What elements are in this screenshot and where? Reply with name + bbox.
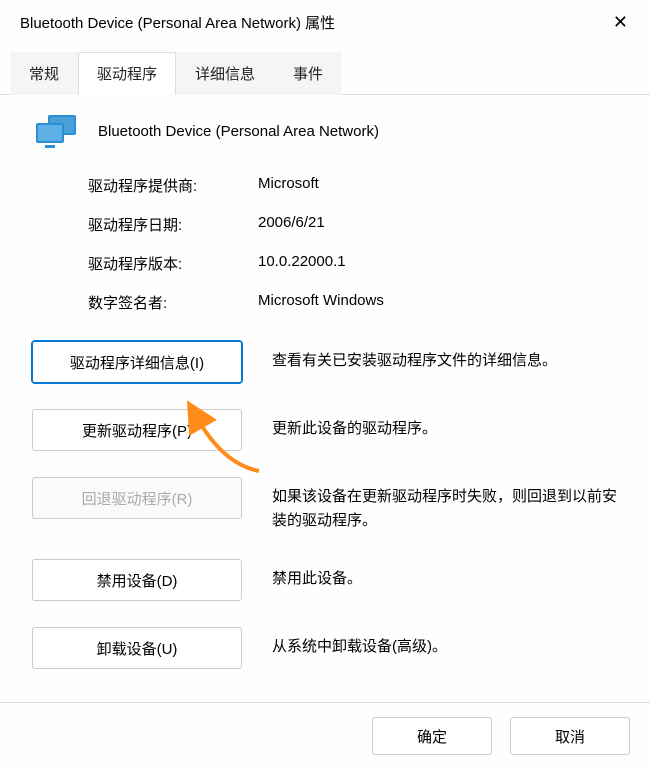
- date-value: 2006/6/21: [258, 214, 325, 235]
- date-label: 驱动程序日期:: [88, 214, 258, 235]
- driver-details-desc: 查看有关已安装驱动程序文件的详细信息。: [272, 341, 622, 373]
- update-driver-button[interactable]: 更新驱动程序(P): [32, 409, 242, 451]
- provider-label: 驱动程序提供商:: [88, 175, 258, 196]
- tab-general[interactable]: 常规: [10, 52, 78, 95]
- disable-device-button[interactable]: 禁用设备(D): [32, 559, 242, 601]
- rollback-driver-desc: 如果该设备在更新驱动程序时失败，则回退到以前安装的驱动程序。: [272, 477, 622, 533]
- action-row-disable: 禁用设备(D) 禁用此设备。: [32, 559, 622, 601]
- info-row-signer: 数字签名者: Microsoft Windows: [88, 292, 622, 313]
- provider-value: Microsoft: [258, 175, 319, 196]
- properties-dialog: Bluetooth Device (Personal Area Network)…: [0, 0, 650, 769]
- tab-driver[interactable]: 驱动程序: [78, 52, 176, 95]
- window-title: Bluetooth Device (Personal Area Network)…: [20, 12, 335, 33]
- action-row-details: 驱动程序详细信息(I) 查看有关已安装驱动程序文件的详细信息。: [32, 341, 622, 383]
- driver-actions: 驱动程序详细信息(I) 查看有关已安装驱动程序文件的详细信息。 更新驱动程序(P…: [28, 341, 622, 669]
- tab-events[interactable]: 事件: [274, 52, 342, 95]
- ok-button[interactable]: 确定: [372, 717, 492, 755]
- driver-details-button[interactable]: 驱动程序详细信息(I): [32, 341, 242, 383]
- version-value: 10.0.22000.1: [258, 253, 346, 274]
- device-header: Bluetooth Device (Personal Area Network): [28, 115, 622, 147]
- device-name: Bluetooth Device (Personal Area Network): [98, 123, 379, 140]
- version-label: 驱动程序版本:: [88, 253, 258, 274]
- rollback-driver-button: 回退驱动程序(R): [32, 477, 242, 519]
- tab-strip: 常规 驱动程序 详细信息 事件: [0, 51, 650, 95]
- network-device-icon: [36, 115, 80, 147]
- signer-value: Microsoft Windows: [258, 292, 384, 313]
- dialog-footer: 确定 取消: [0, 702, 650, 769]
- cancel-button[interactable]: 取消: [510, 717, 630, 755]
- action-row-update: 更新驱动程序(P) 更新此设备的驱动程序。: [32, 409, 622, 451]
- uninstall-device-button[interactable]: 卸载设备(U): [32, 627, 242, 669]
- info-row-provider: 驱动程序提供商: Microsoft: [88, 175, 622, 196]
- info-row-version: 驱动程序版本: 10.0.22000.1: [88, 253, 622, 274]
- action-row-rollback: 回退驱动程序(R) 如果该设备在更新驱动程序时失败，则回退到以前安装的驱动程序。: [32, 477, 622, 533]
- signer-label: 数字签名者:: [88, 292, 258, 313]
- update-driver-desc: 更新此设备的驱动程序。: [272, 409, 622, 441]
- close-icon[interactable]: ✕: [603, 8, 638, 37]
- titlebar: Bluetooth Device (Personal Area Network)…: [0, 0, 650, 47]
- uninstall-device-desc: 从系统中卸载设备(高级)。: [272, 627, 622, 659]
- driver-info: 驱动程序提供商: Microsoft 驱动程序日期: 2006/6/21 驱动程…: [88, 175, 622, 313]
- tab-content: Bluetooth Device (Personal Area Network)…: [0, 95, 650, 702]
- info-row-date: 驱动程序日期: 2006/6/21: [88, 214, 622, 235]
- disable-device-desc: 禁用此设备。: [272, 559, 622, 591]
- tab-details[interactable]: 详细信息: [176, 52, 274, 95]
- action-row-uninstall: 卸载设备(U) 从系统中卸载设备(高级)。: [32, 627, 622, 669]
